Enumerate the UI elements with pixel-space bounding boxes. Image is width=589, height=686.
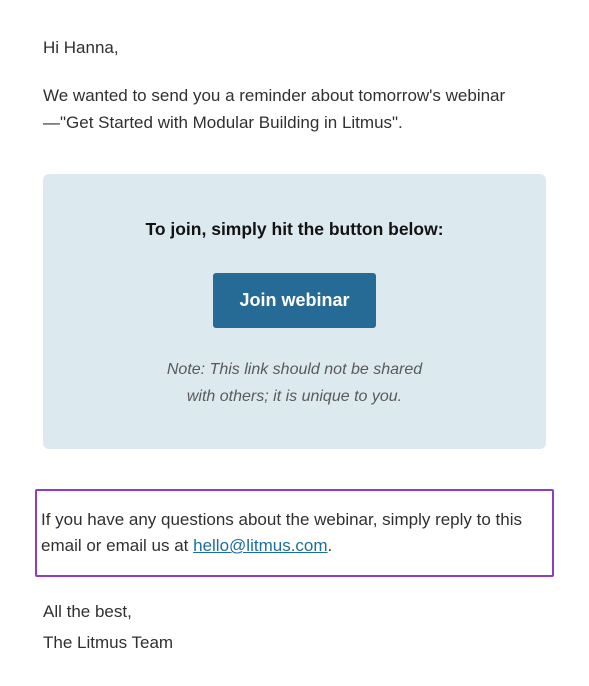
join-webinar-button[interactable]: Join webinar: [213, 273, 375, 328]
join-callout: To join, simply hit the button below: Jo…: [43, 174, 546, 449]
questions-after: .: [328, 536, 333, 555]
greeting-text: Hi Hanna,: [43, 35, 546, 61]
team-signature: The Litmus Team: [43, 630, 546, 656]
highlight-box: If you have any questions about the webi…: [35, 489, 554, 578]
questions-text: If you have any questions about the webi…: [41, 507, 544, 560]
reminder-text: We wanted to send you a reminder about t…: [43, 83, 546, 136]
callout-title: To join, simply hit the button below:: [73, 216, 516, 243]
signoff-text: All the best,: [43, 599, 546, 625]
note-line-2: with others; it is unique to you.: [187, 388, 402, 405]
note-line-1: Note: This link should not be shared: [167, 361, 422, 378]
callout-note: Note: This link should not be shared wit…: [73, 356, 516, 410]
contact-email-link[interactable]: hello@litmus.com: [193, 536, 327, 555]
